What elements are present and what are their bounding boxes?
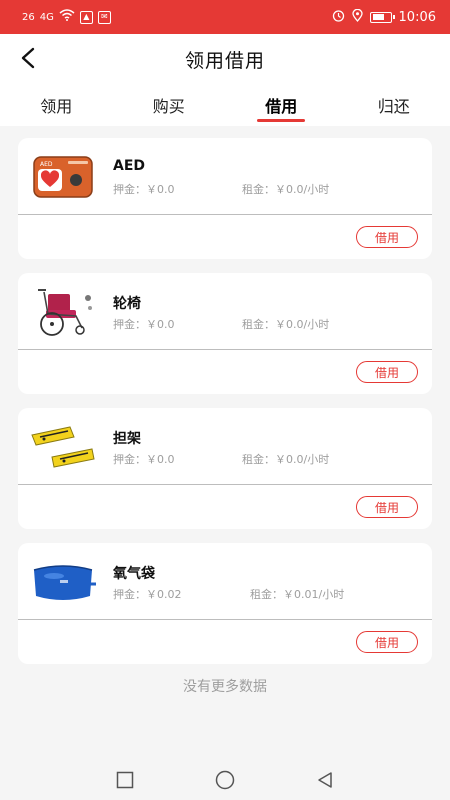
item-rent: 租金：￥0.0/小时	[242, 318, 330, 331]
status-time: 10:06	[398, 9, 436, 25]
item-info: 担架 押金：￥0.0 租金：￥0.0/小时	[18, 408, 432, 485]
item-list: AED AED 押金：￥0.0 租金：￥0.0/小时 借用 轮椅 押金：￥0.0…	[18, 138, 432, 678]
oxygen-bag-image	[30, 554, 96, 608]
triangle-back-icon	[318, 772, 332, 788]
back-arrow-icon	[21, 47, 35, 69]
list-item: 氧气袋 押金：￥0.02 租金：￥0.01/小时 借用	[18, 543, 432, 664]
item-rent: 租金：￥0.01/小时	[250, 588, 345, 601]
status-left: 26 4G ▲ ✉	[22, 9, 111, 25]
tab-borrow[interactable]: 借用	[225, 84, 338, 126]
item-rent: 租金：￥0.0/小时	[242, 183, 330, 196]
location-icon	[351, 8, 363, 26]
item-info: 轮椅 押金：￥0.0 租金：￥0.0/小时	[18, 273, 432, 350]
notification-app-icon: ▲	[79, 10, 93, 24]
item-deposit: 押金：￥0.0	[113, 318, 175, 331]
signal-strength-icon: 26	[22, 11, 35, 23]
item-name: 氧气袋	[113, 566, 155, 582]
borrow-button[interactable]: 借用	[356, 226, 418, 248]
tab-return[interactable]: 归还	[338, 84, 450, 126]
item-deposit: 押金：￥0.0	[113, 183, 175, 196]
status-bar: 26 4G ▲ ✉ 10:06	[0, 0, 450, 34]
item-rent: 租金：￥0.0/小时	[242, 453, 330, 466]
svg-text:AED: AED	[40, 161, 53, 168]
circle-icon	[215, 770, 235, 790]
aed-image: AED	[30, 149, 96, 203]
back-system-button[interactable]	[315, 770, 335, 790]
back-button[interactable]	[14, 44, 42, 72]
item-deposit: 押金：￥0.02	[113, 588, 182, 601]
item-info: AED AED 押金：￥0.0 租金：￥0.0/小时	[18, 138, 432, 215]
wifi-icon	[59, 9, 75, 25]
item-name: 轮椅	[113, 296, 141, 312]
tab-bar: 领用 购买 借用 归还	[0, 84, 450, 126]
recent-apps-button[interactable]	[115, 770, 135, 790]
system-nav-bar	[0, 760, 450, 800]
list-item: 担架 押金：￥0.0 租金：￥0.0/小时 借用	[18, 408, 432, 529]
list-item: 轮椅 押金：￥0.0 租金：￥0.0/小时 借用	[18, 273, 432, 394]
borrow-button[interactable]: 借用	[356, 496, 418, 518]
status-right: 10:06	[332, 8, 436, 26]
borrow-button[interactable]: 借用	[356, 631, 418, 653]
notification-message-icon: ✉	[97, 10, 111, 24]
battery-icon	[369, 11, 395, 23]
tab-receive[interactable]: 领用	[0, 84, 113, 126]
borrow-button[interactable]: 借用	[356, 361, 418, 383]
nav-bar: 领用借用	[0, 34, 450, 84]
item-name: AED	[113, 158, 146, 174]
alarm-icon	[332, 9, 345, 26]
tab-purchase[interactable]: 购买	[113, 84, 226, 126]
item-deposit: 押金：￥0.0	[113, 453, 175, 466]
item-info: 氧气袋 押金：￥0.02 租金：￥0.01/小时	[18, 543, 432, 620]
home-button[interactable]	[215, 770, 235, 790]
stretcher-image	[30, 419, 96, 473]
wheelchair-image	[30, 284, 96, 338]
list-item: AED AED 押金：￥0.0 租金：￥0.0/小时 借用	[18, 138, 432, 259]
item-name: 担架	[113, 431, 141, 447]
page-title: 领用借用	[184, 49, 265, 72]
no-more-data-text: 没有更多数据	[183, 679, 267, 695]
square-icon	[116, 771, 134, 789]
network-type-icon: 4G	[39, 11, 54, 23]
